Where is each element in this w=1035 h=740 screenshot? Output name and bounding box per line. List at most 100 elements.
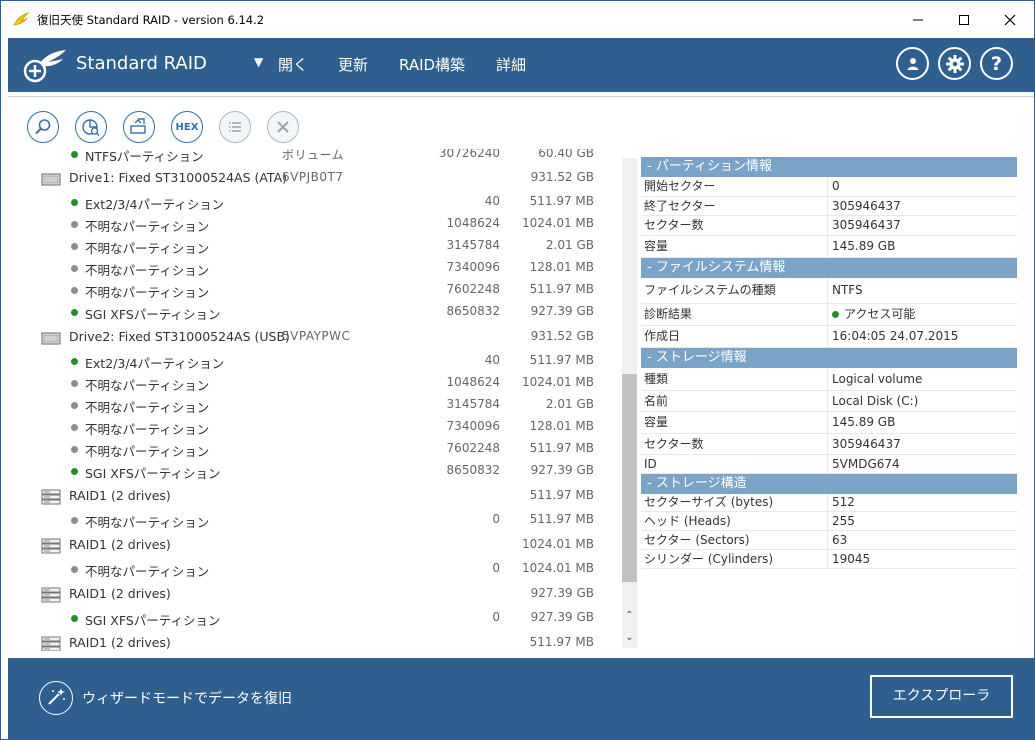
row-size: 927.39 GB bbox=[530, 304, 594, 318]
partition-row[interactable]: 不明なパーティション 3145784 2.01 GB bbox=[8, 394, 620, 416]
raid-row[interactable]: RAID1 (2 drives) 511.97 MB bbox=[8, 485, 620, 507]
partition-row[interactable]: 不明なパーティション 1048624 1024.01 MB bbox=[8, 213, 620, 235]
partition-row[interactable]: 不明なパーティション 7340096 128.01 MB bbox=[8, 416, 620, 438]
menu-dropdown-arrow[interactable]: ▼ bbox=[254, 55, 263, 69]
row-size: 128.01 MB bbox=[529, 419, 594, 433]
partition-row[interactable]: 不明なパーティション 0 1024.01 MB bbox=[8, 558, 620, 580]
column-divider bbox=[827, 391, 828, 411]
menu-open[interactable]: 開く bbox=[278, 54, 308, 75]
status-dot-gray bbox=[71, 243, 78, 250]
partition-row[interactable]: 不明なパーティション 1048624 1024.01 MB bbox=[8, 372, 620, 394]
property-key: セクター数 bbox=[644, 218, 704, 232]
property-row: 診断結果 アクセス可能 bbox=[641, 304, 1017, 326]
drive-row[interactable]: Drive2: Fixed ST31000524AS (USB) 5VPAYPWC… bbox=[8, 326, 620, 348]
property-value: 63 bbox=[832, 533, 848, 547]
property-value: Local Disk (C:) bbox=[832, 394, 919, 408]
partition-row[interactable]: NTFSパーティション ボリューム 30726240 60.40 GB bbox=[8, 149, 620, 165]
create-image-button[interactable] bbox=[123, 111, 155, 143]
status-dot-gray bbox=[71, 380, 78, 387]
scroll-up-arrow[interactable]: ⌃ bbox=[624, 610, 635, 622]
close-icon bbox=[1004, 14, 1016, 25]
partition-row[interactable]: 不明なパーティション 7340096 128.01 MB bbox=[8, 257, 620, 279]
partition-row[interactable]: SGI XFSパーティション 0 927.39 GB bbox=[8, 607, 620, 629]
partition-row[interactable]: Ext2/3/4パーティション 40 511.97 MB bbox=[8, 191, 620, 213]
file-list-button[interactable] bbox=[219, 111, 251, 143]
raid-row[interactable]: RAID1 (2 drives) 927.39 GB bbox=[8, 583, 620, 605]
maximize-button[interactable] bbox=[941, 1, 987, 38]
row-size: 511.97 MB bbox=[529, 353, 594, 367]
row-volume-label: ボリューム bbox=[282, 149, 345, 162]
section-header[interactable]: - パーティション情報 bbox=[641, 157, 1017, 177]
property-key: セクター (Sectors) bbox=[644, 533, 750, 547]
row-name: Ext2/3/4パーティション bbox=[85, 356, 225, 371]
partition-row[interactable]: SGI XFSパーティション 8650832 927.39 GB bbox=[8, 301, 620, 323]
raid-row[interactable]: RAID1 (2 drives) 1024.01 MB bbox=[8, 534, 620, 556]
row-size: 128.01 MB bbox=[529, 260, 594, 274]
row-size: 931.52 GB bbox=[530, 170, 594, 184]
menu-refresh[interactable]: 更新 bbox=[338, 54, 368, 75]
column-divider bbox=[827, 434, 828, 454]
menu-build-raid[interactable]: RAID構築 bbox=[399, 54, 465, 75]
property-key: 終了セクター bbox=[644, 199, 716, 213]
partition-row[interactable]: 不明なパーティション 3145784 2.01 GB bbox=[8, 235, 620, 257]
partition-row[interactable]: 不明なパーティション 7602248 511.97 MB bbox=[8, 279, 620, 301]
scroll-thumb[interactable] bbox=[622, 374, 637, 582]
status-dot-green bbox=[71, 309, 78, 316]
scan-button[interactable] bbox=[75, 111, 107, 143]
row-name: 不明なパーティション bbox=[85, 515, 210, 530]
raid-row[interactable]: RAID1 (2 drives) 511.97 MB bbox=[8, 632, 620, 651]
row-name: 不明なパーティション bbox=[85, 564, 210, 579]
title-bar: 復旧天使 Standard RAID - version 6.14.2 bbox=[1, 1, 1034, 38]
property-row: ID 5VMDG674 bbox=[641, 455, 1017, 474]
raid-icon bbox=[41, 489, 61, 505]
property-key: 容量 bbox=[644, 239, 669, 253]
explorer-button[interactable]: エクスプローラ bbox=[870, 675, 1013, 718]
help-button[interactable]: ? bbox=[980, 47, 1013, 80]
section-header[interactable]: - ストレージ構造 bbox=[641, 474, 1017, 494]
partition-row[interactable]: 不明なパーティション 0 511.97 MB bbox=[8, 509, 620, 531]
row-start-sector: 7340096 bbox=[446, 419, 500, 433]
wizard-mode-link[interactable]: ウィザードモードでデータを復旧 bbox=[82, 688, 292, 708]
properties-panel: - パーティション情報 開始セクター 0 終了セクター 305946437 セクター数 30… bbox=[641, 157, 1017, 569]
row-size: 60.40 GB bbox=[538, 149, 594, 160]
angel-wing-icon bbox=[23, 50, 66, 83]
scroll-down-arrow[interactable]: ⌄ bbox=[624, 632, 635, 644]
tree-scrollbar[interactable]: ⌃ ⌄ bbox=[622, 158, 637, 648]
property-row: セクター (Sectors) 63 bbox=[641, 531, 1017, 550]
partition-row[interactable]: 不明なパーティション 7602248 511.97 MB bbox=[8, 438, 620, 460]
partition-row[interactable]: Ext2/3/4パーティション 40 511.97 MB bbox=[8, 350, 620, 372]
column-divider bbox=[827, 197, 828, 215]
row-serial: 6VPJB0T7 bbox=[282, 170, 344, 184]
row-name: RAID1 (2 drives) bbox=[69, 537, 171, 552]
row-size: 511.97 MB bbox=[529, 194, 594, 208]
cancel-icon bbox=[277, 121, 289, 133]
property-key: 容量 bbox=[644, 415, 669, 429]
row-name: 不明なパーティション bbox=[85, 378, 210, 393]
find-button[interactable] bbox=[27, 111, 59, 143]
minimize-button[interactable] bbox=[895, 1, 941, 38]
property-key: シリンダー (Cylinders) bbox=[644, 552, 774, 566]
partition-row[interactable]: SGI XFSパーティション 8650832 927.39 GB bbox=[8, 460, 620, 482]
column-divider bbox=[827, 550, 828, 568]
close-button[interactable] bbox=[987, 1, 1033, 38]
row-start-sector: 0 bbox=[492, 610, 500, 624]
menu-details[interactable]: 詳細 bbox=[496, 54, 526, 75]
status-dot-gray bbox=[71, 402, 78, 409]
row-name: Ext2/3/4パーティション bbox=[85, 197, 225, 212]
row-size: 927.39 GB bbox=[530, 586, 594, 600]
account-button[interactable] bbox=[896, 47, 929, 80]
row-start-sector: 3145784 bbox=[446, 397, 500, 411]
status-dot-green bbox=[71, 199, 78, 206]
hex-viewer-button[interactable]: HEX bbox=[171, 111, 203, 143]
section-header[interactable]: - ストレージ情報 bbox=[641, 348, 1017, 368]
status-dot-green bbox=[71, 468, 78, 475]
property-row: ヘッド (Heads) 255 bbox=[641, 512, 1017, 531]
wizard-wand-icon[interactable] bbox=[39, 681, 73, 715]
section-header[interactable]: - ファイルシステム情報 bbox=[641, 258, 1017, 278]
row-size: 1024.01 MB bbox=[521, 561, 594, 575]
property-value: 255 bbox=[832, 514, 855, 528]
row-serial: 5VPAYPWC bbox=[282, 329, 351, 343]
drive-row[interactable]: Drive1: Fixed ST31000524AS (ATA) 6VPJB0T7… bbox=[8, 167, 620, 189]
settings-button[interactable] bbox=[938, 47, 971, 80]
cancel-button[interactable] bbox=[267, 111, 299, 143]
